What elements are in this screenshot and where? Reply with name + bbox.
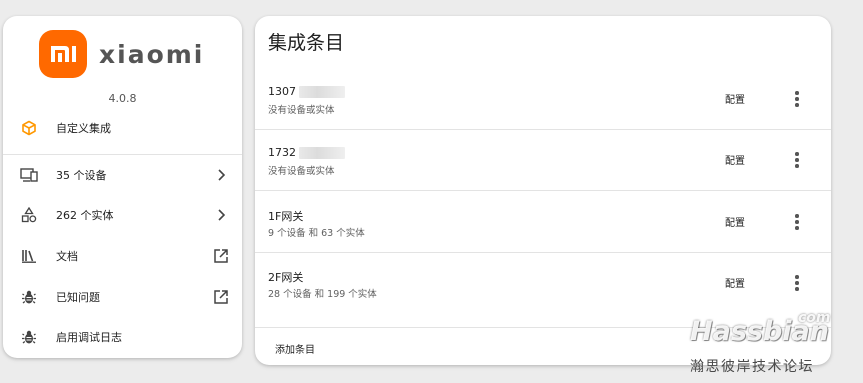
debug-logging-label: 启用调试日志 — [56, 331, 122, 344]
documentation-label: 文档 — [56, 250, 78, 263]
bug-icon — [20, 328, 38, 346]
bug-icon — [20, 288, 38, 306]
entry-description: 没有设备或实体 — [268, 166, 335, 177]
more-vert-icon[interactable] — [789, 212, 805, 232]
entry-name-text: 1732 — [268, 146, 296, 159]
devices-icon — [20, 166, 38, 184]
configure-button[interactable]: 配置 — [725, 275, 745, 290]
open-in-new-icon — [212, 288, 230, 306]
entry-name: 2F网关 — [268, 271, 304, 284]
documentation-link[interactable]: 文档 — [20, 244, 230, 268]
redacted-text — [299, 147, 345, 159]
entry-name: 1F网关 — [268, 210, 304, 223]
watermark: com Hassbian 瀚思彼岸技术论坛 — [684, 310, 854, 378]
entry-name-text: 1307 — [268, 85, 296, 98]
more-vert-icon[interactable] — [789, 150, 805, 170]
known-issues-label: 已知问题 — [56, 291, 100, 304]
configure-button[interactable]: 配置 — [725, 214, 745, 229]
devices-link[interactable]: 35 个设备 — [20, 163, 230, 187]
more-vert-icon[interactable] — [789, 89, 805, 109]
book-icon — [20, 247, 38, 265]
entry-row[interactable]: 2F网关 28 个设备 和 199 个实体 配置 — [255, 253, 831, 314]
page-title: 集成条目 — [268, 32, 345, 54]
more-vert-icon[interactable] — [789, 273, 805, 293]
entities-link[interactable]: 262 个实体 — [20, 203, 230, 227]
devices-label: 35 个设备 — [56, 169, 107, 182]
watermark-subtitle: 瀚思彼岸技术论坛 — [690, 359, 814, 375]
chevron-right-icon — [212, 206, 230, 224]
integration-info-card: xiaomi 4.0.8 自定义集成 35 个设备 262 个实体 文档 已知问… — [3, 16, 242, 358]
watermark-logo: Hassbian — [690, 316, 829, 347]
entry-name: 1307 — [268, 85, 345, 98]
divider — [255, 190, 831, 191]
open-in-new-icon — [212, 247, 230, 265]
known-issues-link[interactable]: 已知问题 — [20, 285, 230, 309]
brand-name: xiaomi — [99, 39, 205, 69]
configure-button[interactable]: 配置 — [725, 91, 745, 106]
entry-row[interactable]: 1F网关 9 个设备 和 63 个实体 配置 — [255, 192, 831, 253]
chevron-right-icon — [212, 166, 230, 184]
entry-description: 没有设备或实体 — [268, 105, 335, 116]
shapes-icon — [20, 206, 38, 224]
debug-logging-button[interactable]: 启用调试日志 — [20, 325, 230, 349]
configure-button[interactable]: 配置 — [725, 152, 745, 167]
custom-integration-badge: 自定义集成 — [20, 118, 111, 138]
entry-description: 28 个设备 和 199 个实体 — [268, 289, 377, 300]
entry-description: 9 个设备 和 63 个实体 — [268, 228, 365, 239]
package-icon — [20, 119, 38, 137]
entry-row[interactable]: 1732 没有设备或实体 配置 — [255, 130, 831, 191]
add-entry-button[interactable]: 添加条目 — [275, 341, 315, 356]
brand-logo: xiaomi — [39, 30, 204, 78]
version-label: 4.0.8 — [108, 92, 137, 105]
divider — [3, 154, 242, 155]
entry-name: 1732 — [268, 146, 345, 159]
mi-logo-icon — [39, 30, 87, 78]
entry-row[interactable]: 1307 没有设备或实体 配置 — [255, 69, 831, 130]
redacted-text — [299, 86, 345, 98]
custom-integration-label: 自定义集成 — [56, 122, 111, 135]
entities-label: 262 个实体 — [56, 209, 114, 222]
